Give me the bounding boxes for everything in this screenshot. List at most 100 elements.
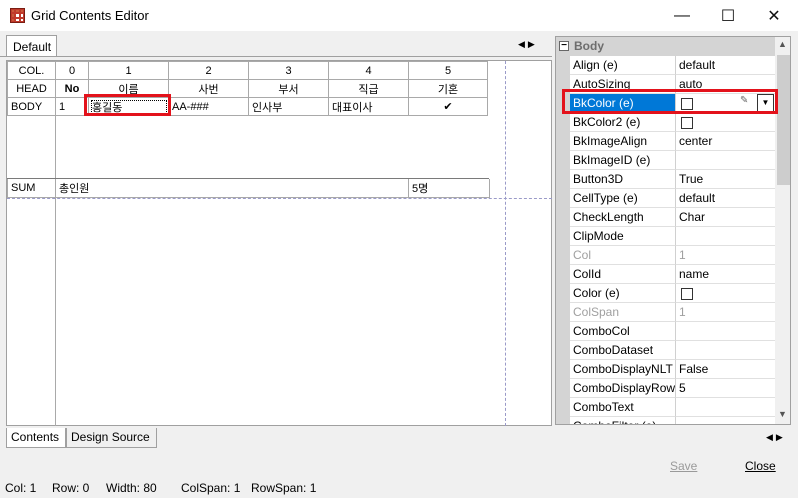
property-row[interactable]: Color (e)	[556, 284, 775, 303]
head-cell[interactable]: 기혼	[408, 79, 488, 98]
property-value[interactable]	[676, 417, 775, 424]
property-row[interactable]: ComboCol	[556, 322, 775, 341]
head-cell[interactable]: 사번	[168, 79, 249, 98]
bottom-tab-scroll-arrows[interactable]: ◀▶	[766, 432, 786, 443]
sum-row-label: SUM	[7, 179, 56, 198]
tab-default[interactable]: Default	[6, 35, 57, 57]
property-value[interactable]	[676, 322, 775, 341]
sum-cell[interactable]: 총인원	[55, 179, 409, 198]
window-title: Grid Contents Editor	[31, 8, 149, 23]
property-name: ColId	[570, 265, 676, 284]
collapse-icon[interactable]: −	[559, 41, 569, 51]
property-value[interactable]: name	[676, 265, 775, 284]
status-col: Col: 1	[5, 481, 37, 495]
property-value[interactable]	[676, 151, 775, 170]
property-row[interactable]: CheckLength Char	[556, 208, 775, 227]
property-value[interactable]: default	[676, 56, 775, 75]
property-value[interactable]	[676, 398, 775, 417]
property-name: Align (e)	[570, 56, 676, 75]
property-row[interactable]: ComboDisplayNLT False	[556, 360, 775, 379]
head-row-label: HEAD	[7, 79, 56, 98]
property-value[interactable]: Char	[676, 208, 775, 227]
sum-cell[interactable]: 5명	[408, 179, 490, 198]
property-value: 1	[676, 246, 775, 265]
label-column-divider	[55, 115, 56, 426]
tab-scroll-right-icon[interactable]: ▶	[776, 432, 786, 442]
col-number-row: COL. 0 1 2 3 4 5	[7, 61, 488, 80]
body-row-label: BODY	[7, 97, 56, 116]
property-row[interactable]: Align (e) default	[556, 56, 775, 75]
property-name: ComboCol	[570, 322, 676, 341]
col-number[interactable]: 1	[88, 61, 169, 80]
property-name: ColSpan	[570, 303, 676, 322]
tab-scroll-arrows[interactable]: ◀▶	[518, 39, 538, 50]
property-value[interactable]	[676, 284, 775, 303]
property-group-title: Body	[574, 39, 604, 53]
property-row[interactable]: BkColor2 (e)	[556, 113, 775, 132]
scroll-down-icon[interactable]: ▼	[778, 409, 787, 419]
status-rowspan: RowSpan: 1	[251, 481, 317, 495]
tab-design-source[interactable]: Design Source	[66, 428, 157, 448]
property-name: ComboDisplayRow	[570, 379, 676, 398]
scrollbar-thumb[interactable]	[777, 55, 790, 185]
property-row[interactable]: BkImageAlign center	[556, 132, 775, 151]
property-value[interactable]: False	[676, 360, 775, 379]
tab-contents[interactable]: Contents	[6, 428, 66, 448]
col-number[interactable]: 4	[328, 61, 409, 80]
highlight-bkcolor-row	[562, 89, 778, 114]
color-swatch-checkbox[interactable]	[681, 116, 693, 129]
scroll-up-icon[interactable]: ▲	[778, 39, 787, 49]
property-value[interactable]: 5	[676, 379, 775, 398]
property-value[interactable]: center	[676, 132, 775, 151]
minimize-button[interactable]: —	[659, 0, 705, 31]
property-name: ClipMode	[570, 227, 676, 246]
property-row[interactable]: BkImageID (e)	[556, 151, 775, 170]
close-button[interactable]: Close	[745, 459, 776, 473]
property-value[interactable]: default	[676, 189, 775, 208]
status-width: Width: 80	[106, 481, 157, 495]
color-swatch-checkbox[interactable]	[681, 287, 693, 300]
property-row[interactable]: ClipMode	[556, 227, 775, 246]
sum-table[interactable]: SUM 총인원 5명	[7, 179, 490, 198]
property-row[interactable]: ComboDisplayRow 5	[556, 379, 775, 398]
close-window-button[interactable]: ✕	[751, 0, 797, 31]
property-row[interactable]: ComboFilter (e)	[556, 417, 775, 424]
maximize-button[interactable]: ☐	[705, 0, 751, 31]
property-value[interactable]: True	[676, 170, 775, 189]
col-number[interactable]: 3	[248, 61, 329, 80]
property-row[interactable]: ComboText	[556, 398, 775, 417]
property-group-header[interactable]: − Body	[556, 37, 775, 56]
tab-scroll-left-icon[interactable]: ◀	[518, 39, 528, 49]
property-row[interactable]: ComboDataset	[556, 341, 775, 360]
property-name: BkImageID (e)	[570, 151, 676, 170]
property-value[interactable]	[676, 227, 775, 246]
property-value[interactable]	[676, 341, 775, 360]
property-value[interactable]	[676, 113, 775, 132]
property-row[interactable]: ColSpan 1	[556, 303, 775, 322]
sum-row: SUM 총인원 5명	[7, 179, 490, 198]
body-cell[interactable]: AA-###	[168, 97, 249, 116]
tab-scroll-right-icon[interactable]: ▶	[528, 39, 538, 49]
property-row[interactable]: Col 1	[556, 246, 775, 265]
body-cell[interactable]: 인사부	[248, 97, 329, 116]
property-name: Col	[570, 246, 676, 265]
tab-strip-divider	[0, 56, 552, 57]
body-cell[interactable]: 대표이사	[328, 97, 409, 116]
status-colspan: ColSpan: 1	[181, 481, 241, 495]
head-cell[interactable]: 직급	[328, 79, 409, 98]
property-name: ComboDisplayNLT	[570, 360, 676, 379]
save-button[interactable]: Save	[670, 459, 697, 473]
property-row[interactable]: CellType (e) default	[556, 189, 775, 208]
head-row: HEAD No 이름 사번 부서 직급 기혼	[7, 79, 488, 98]
property-row[interactable]: ColId name	[556, 265, 775, 284]
property-name: Color (e)	[570, 284, 676, 303]
tab-scroll-left-icon[interactable]: ◀	[766, 432, 776, 442]
col-number[interactable]: 5	[408, 61, 488, 80]
body-checkbox-cell[interactable]: ✔	[408, 97, 488, 116]
grid-table[interactable]: COL. 0 1 2 3 4 5 HEAD No 이름 사번 부서 직급 기혼 …	[7, 61, 488, 116]
property-row[interactable]: Button3D True	[556, 170, 775, 189]
head-cell[interactable]: 부서	[248, 79, 329, 98]
property-name: ComboFilter (e)	[570, 417, 676, 424]
col-number[interactable]: 2	[168, 61, 249, 80]
col-number[interactable]: 0	[55, 61, 89, 80]
